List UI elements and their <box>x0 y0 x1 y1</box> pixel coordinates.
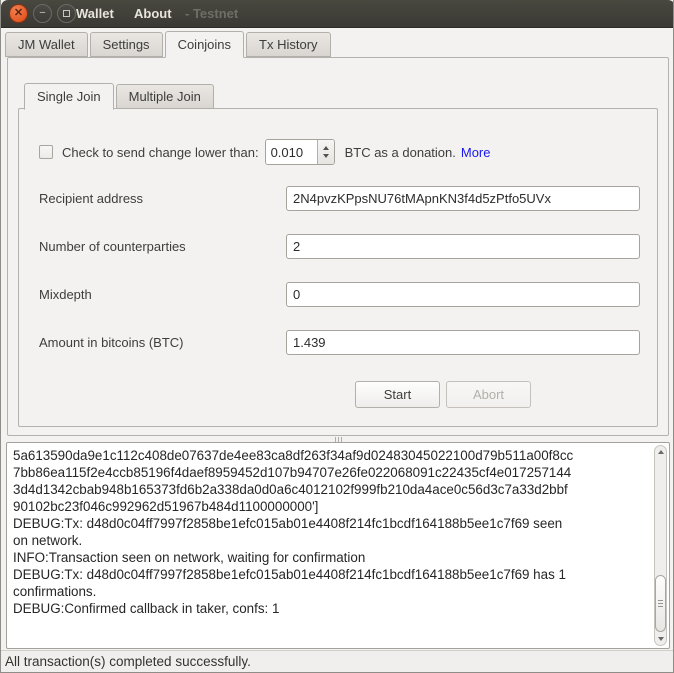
donation-row: Check to send change lower than: 0.010 B… <box>39 139 640 165</box>
log-line: on network. <box>13 532 649 549</box>
maximize-icon[interactable] <box>57 4 76 23</box>
titlebar[interactable]: ✕ − Wallet About - Testnet <box>1 0 674 28</box>
status-bar: All transaction(s) completed successfull… <box>1 650 674 673</box>
mixdepth-row: Mixdepth <box>39 281 640 307</box>
menu-about[interactable]: About <box>134 0 172 28</box>
log-line: 3d4d1342cbab948b165373fd6b2a338da0d0a6c4… <box>13 481 649 498</box>
tab-settings[interactable]: Settings <box>90 32 163 57</box>
close-icon[interactable]: ✕ <box>9 4 28 23</box>
log-output[interactable]: 5a613590da9e1c112c408de07637de4ee83ca8df… <box>6 442 670 649</box>
log-line: DEBUG:Confirmed callback in taker, confs… <box>13 600 649 617</box>
spin-down-icon[interactable] <box>323 154 329 158</box>
tab-single-join[interactable]: Single Join <box>24 83 114 110</box>
donation-amount-value[interactable]: 0.010 <box>266 140 317 164</box>
maximize-glyph <box>63 10 70 17</box>
main-tabbar: JM Wallet Settings Coinjoins Tx History <box>5 30 333 57</box>
window-title-suffix: - Testnet <box>185 0 238 28</box>
log-line: confirmations. <box>13 583 649 600</box>
donation-amount-spinner[interactable]: 0.010 <box>265 139 335 165</box>
abort-button: Abort <box>446 381 531 408</box>
amount-input[interactable] <box>286 330 640 355</box>
log-content: 5a613590da9e1c112c408de07637de4ee83ca8df… <box>13 447 649 646</box>
amount-label: Amount in bitcoins (BTC) <box>39 335 286 350</box>
counterparties-row: Number of counterparties <box>39 233 640 259</box>
scroll-down-icon[interactable] <box>655 637 666 641</box>
log-line: INFO:Transaction seen on network, waitin… <box>13 549 649 566</box>
join-tabbar: Single Join Multiple Join <box>24 81 216 109</box>
log-line: 5a613590da9e1c112c408de07637de4ee83ca8df… <box>13 447 649 464</box>
tab-tx-history[interactable]: Tx History <box>246 32 331 57</box>
counterparties-input[interactable] <box>286 234 640 259</box>
log-line: 90102bc23f046c992962d51967b484d110000000… <box>13 498 649 515</box>
recipient-input[interactable] <box>286 186 640 211</box>
recipient-label: Recipient address <box>39 191 286 206</box>
log-scrollbar[interactable] <box>654 445 667 646</box>
status-text: All transaction(s) completed successfull… <box>5 654 251 669</box>
minimize-icon[interactable]: − <box>33 4 52 23</box>
recipient-row: Recipient address <box>39 185 640 211</box>
action-buttons-row: Start Abort <box>19 381 657 408</box>
donation-label[interactable]: Check to send change lower than: <box>62 145 259 160</box>
scroll-up-icon[interactable] <box>655 450 666 454</box>
amount-row: Amount in bitcoins (BTC) <box>39 329 640 355</box>
tab-coinjoins[interactable]: Coinjoins <box>165 31 244 58</box>
start-button[interactable]: Start <box>355 381 440 408</box>
log-line: 7bb86ea115f2e4ccb85196f4daef8959452d107b… <box>13 464 649 481</box>
more-link[interactable]: More <box>461 145 491 160</box>
tab-multiple-join[interactable]: Multiple Join <box>116 84 214 109</box>
single-join-pane: Check to send change lower than: 0.010 B… <box>18 108 658 427</box>
donation-suffix: BTC as a donation. <box>345 145 456 160</box>
coinjoins-pane: Single Join Multiple Join Check to send … <box>7 57 669 436</box>
log-line: DEBUG:Tx: d48d0c04ff7997f2858be1efc015ab… <box>13 566 649 583</box>
log-line: DEBUG:Tx: d48d0c04ff7997f2858be1efc015ab… <box>13 515 649 532</box>
spin-up-icon[interactable] <box>323 146 329 150</box>
scrollbar-thumb[interactable] <box>655 575 666 632</box>
menu-wallet[interactable]: Wallet <box>76 0 114 28</box>
donation-checkbox[interactable] <box>39 145 53 159</box>
tab-jm-wallet[interactable]: JM Wallet <box>5 32 88 57</box>
counterparties-label: Number of counterparties <box>39 239 286 254</box>
mixdepth-label: Mixdepth <box>39 287 286 302</box>
app-window: ✕ − Wallet About - Testnet JM Wallet Set… <box>0 0 674 673</box>
spinner-buttons[interactable] <box>317 140 334 164</box>
mixdepth-input[interactable] <box>286 282 640 307</box>
